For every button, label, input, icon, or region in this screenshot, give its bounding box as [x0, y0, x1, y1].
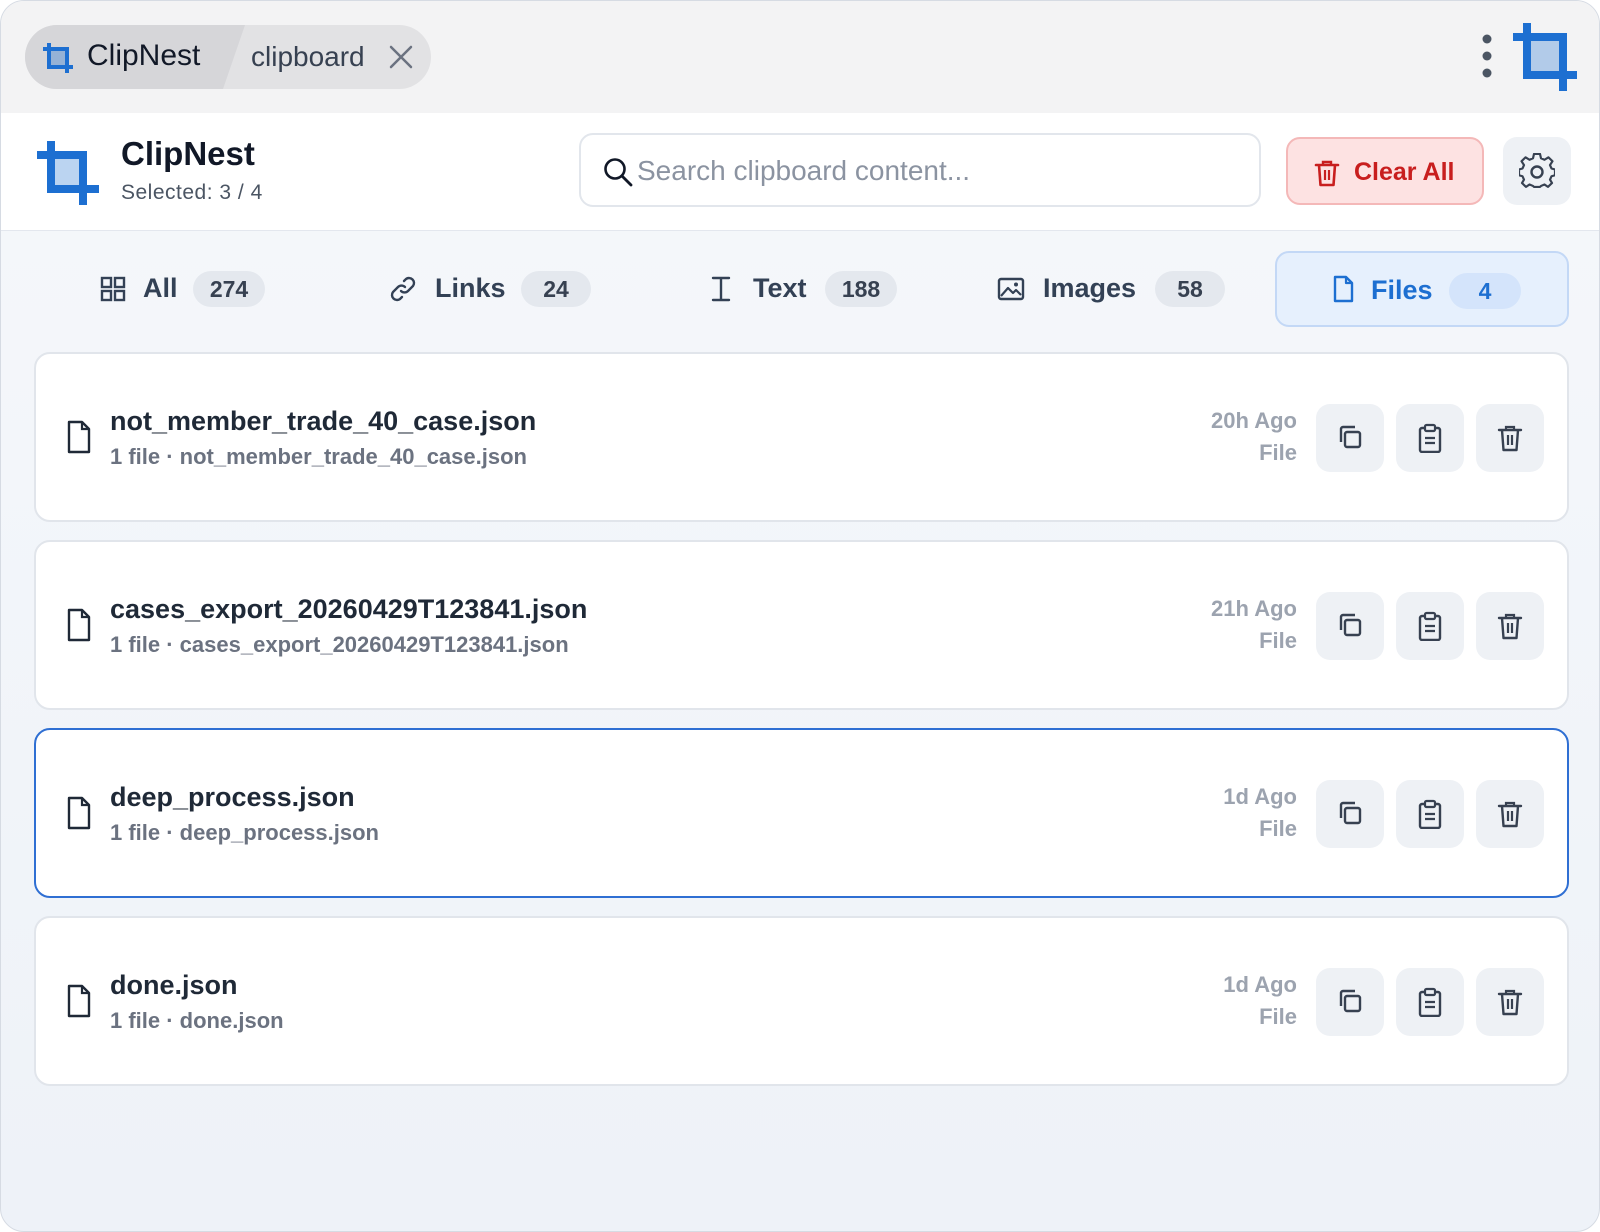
item-meta: 1 file · not_member_trade_40_case.json — [110, 444, 527, 469]
tab-count-badge: 24 — [521, 271, 591, 307]
app-tab-pill: ClipNest clipboard — [25, 25, 431, 89]
trash-icon — [1497, 801, 1523, 828]
item-time: 1d Ago — [1223, 784, 1297, 809]
delete-button[interactable] — [1476, 404, 1544, 472]
item-meta: 1 file · deep_process.json — [110, 820, 379, 845]
item-type: File — [1259, 816, 1297, 841]
copy-icon — [1339, 989, 1362, 1013]
gear-icon — [1519, 153, 1555, 188]
trash-icon — [1314, 160, 1340, 187]
clipboard-tab-label[interactable]: clipboard — [251, 41, 365, 73]
item-name: cases_export_20260429T123841.json — [110, 594, 588, 624]
delete-button[interactable] — [1476, 592, 1544, 660]
item-time: 21h Ago — [1211, 596, 1297, 621]
more-options-icon[interactable] — [1481, 33, 1493, 79]
copy-button[interactable] — [1316, 968, 1384, 1036]
clipboard-icon — [1418, 611, 1442, 641]
tab-links[interactable]: Links 24 — [363, 251, 613, 327]
tab-count-badge: 58 — [1155, 271, 1225, 307]
tab-label: All — [143, 273, 178, 303]
tab-all[interactable]: All 274 — [73, 251, 293, 327]
crop-logo-icon — [1513, 23, 1577, 91]
trash-icon — [1497, 613, 1523, 640]
item-name: done.json — [110, 970, 238, 1000]
tab-files[interactable]: Files 4 — [1275, 251, 1569, 327]
title-bar: ClipNest clipboard — [1, 1, 1599, 113]
file-icon — [67, 984, 91, 1018]
tab-count-badge: 274 — [193, 271, 265, 307]
paste-button[interactable] — [1396, 404, 1464, 472]
clear-all-label: Clear All — [1354, 158, 1455, 186]
tab-count-badge: 4 — [1449, 273, 1521, 309]
file-icon — [67, 796, 91, 830]
paste-button[interactable] — [1396, 968, 1464, 1036]
clipboard-icon — [1418, 423, 1442, 453]
tab-label: Links — [435, 273, 506, 303]
clip-item[interactable]: done.json 1 file · done.json 1d Ago File — [34, 916, 1569, 1086]
copy-button[interactable] — [1316, 780, 1384, 848]
clip-item-selected[interactable]: deep_process.json 1 file · deep_process.… — [34, 728, 1569, 898]
trash-icon — [1497, 989, 1523, 1016]
selection-count: Selected: 3 / 4 — [121, 181, 263, 204]
delete-button[interactable] — [1476, 968, 1544, 1036]
copy-icon — [1339, 613, 1362, 637]
copy-icon — [1339, 801, 1362, 825]
delete-button[interactable] — [1476, 780, 1544, 848]
search-input[interactable] — [637, 147, 1237, 195]
file-icon — [67, 608, 91, 642]
item-meta: 1 file · done.json — [110, 1008, 284, 1033]
tab-label: Images — [1043, 273, 1137, 303]
clip-item[interactable]: cases_export_20260429T123841.json 1 file… — [34, 540, 1569, 710]
app-tab-label: ClipNest — [87, 39, 201, 72]
settings-button[interactable] — [1503, 137, 1571, 205]
close-icon[interactable] — [387, 43, 415, 71]
copy-button[interactable] — [1316, 592, 1384, 660]
clipboard-icon — [1418, 799, 1442, 829]
clear-all-button[interactable]: Clear All — [1286, 137, 1484, 205]
item-type: File — [1259, 1004, 1297, 1029]
image-icon — [997, 277, 1025, 301]
item-type: File — [1259, 440, 1297, 465]
grid-icon — [100, 276, 126, 302]
file-icon — [1333, 275, 1354, 303]
file-icon — [67, 420, 91, 454]
text-cursor-icon — [711, 276, 731, 302]
link-icon — [390, 276, 416, 302]
item-time: 20h Ago — [1211, 408, 1297, 433]
item-type: File — [1259, 628, 1297, 653]
copy-button[interactable] — [1316, 404, 1384, 472]
clip-item[interactable]: not_member_trade_40_case.json 1 file · n… — [34, 352, 1569, 522]
trash-icon — [1497, 425, 1523, 452]
item-meta: 1 file · cases_export_20260429T123841.js… — [110, 632, 569, 657]
tab-label: Files — [1371, 275, 1433, 305]
crop-logo-icon — [43, 43, 73, 73]
search-icon — [604, 158, 633, 187]
tab-images[interactable]: Images 58 — [971, 251, 1231, 327]
tab-count-badge: 188 — [825, 271, 897, 307]
page-title: ClipNest — [121, 135, 255, 172]
app-header: ClipNest Selected: 3 / 4 Clear All — [1, 113, 1599, 231]
item-name: not_member_trade_40_case.json — [110, 406, 537, 436]
item-time: 1d Ago — [1223, 972, 1297, 997]
paste-button[interactable] — [1396, 592, 1464, 660]
clipboard-icon — [1418, 987, 1442, 1017]
search-box[interactable] — [579, 133, 1261, 207]
item-name: deep_process.json — [110, 782, 355, 812]
tab-text[interactable]: Text 188 — [681, 251, 921, 327]
copy-icon — [1339, 425, 1362, 449]
app-window: ClipNest clipboard ClipNest Selected: 3 … — [0, 0, 1600, 1232]
paste-button[interactable] — [1396, 780, 1464, 848]
crop-logo-icon — [37, 141, 99, 205]
tab-label: Text — [753, 273, 807, 303]
